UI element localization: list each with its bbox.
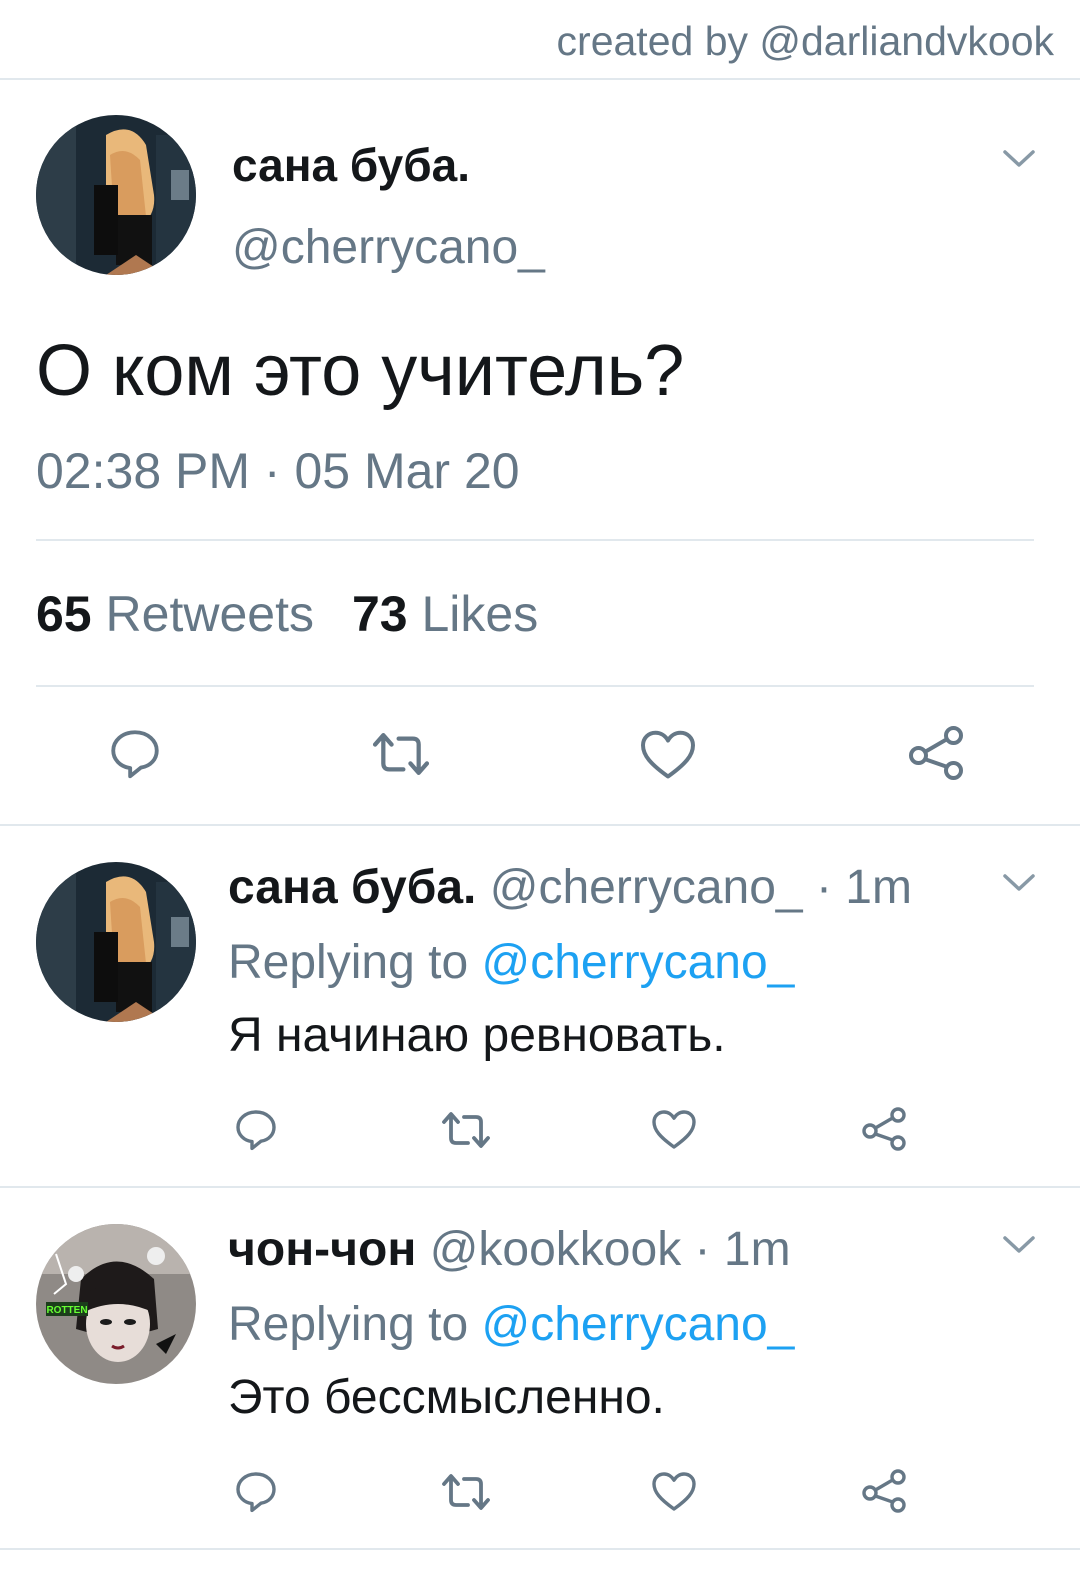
author-name[interactable]: сана буба. bbox=[228, 861, 476, 914]
avatar[interactable]: ROTTEN bbox=[36, 1224, 196, 1384]
retweets-label[interactable]: Retweets bbox=[106, 586, 314, 642]
reply-time: · 1m bbox=[694, 1223, 791, 1276]
chevron-down-icon[interactable] bbox=[1002, 148, 1036, 170]
tweet-stats: 65 Retweets 73 Likes bbox=[36, 585, 538, 643]
retweet-icon[interactable] bbox=[438, 1108, 494, 1152]
mention-link[interactable]: @cherrycano_ bbox=[481, 1298, 794, 1351]
chevron-down-icon[interactable] bbox=[1002, 1234, 1036, 1256]
reply-icon[interactable] bbox=[106, 725, 164, 783]
avatar[interactable] bbox=[36, 862, 196, 1022]
likes-label[interactable]: Likes bbox=[422, 586, 539, 642]
replying-to: Replying to @cherrycano_ bbox=[228, 1297, 794, 1352]
divider bbox=[0, 1186, 1080, 1188]
divider bbox=[36, 539, 1034, 541]
author-handle[interactable]: @kookkook bbox=[430, 1223, 682, 1276]
avatar[interactable] bbox=[36, 115, 196, 275]
sticker-text: ROTTEN bbox=[46, 1305, 87, 1316]
likes-count[interactable]: 73 bbox=[352, 586, 408, 642]
divider bbox=[0, 824, 1080, 826]
tweet-text: О ком это учитель? bbox=[36, 331, 685, 411]
replying-to: Replying to @cherrycano_ bbox=[228, 935, 794, 990]
reply-time: · 1m bbox=[815, 861, 912, 914]
like-icon[interactable] bbox=[638, 726, 698, 782]
retweet-icon[interactable] bbox=[368, 727, 434, 781]
tweet-timestamp[interactable]: 02:38 PM · 05 Mar 20 bbox=[36, 442, 520, 500]
retweet-icon[interactable] bbox=[438, 1470, 494, 1514]
author-handle[interactable]: @cherrycano_ bbox=[490, 861, 803, 914]
share-icon[interactable] bbox=[860, 1104, 908, 1154]
like-icon[interactable] bbox=[650, 1106, 698, 1152]
author-name[interactable]: чон-чон bbox=[228, 1223, 416, 1276]
reply-icon[interactable] bbox=[232, 1468, 280, 1516]
author-handle[interactable]: @cherrycano_ bbox=[232, 220, 545, 275]
like-icon[interactable] bbox=[650, 1468, 698, 1514]
chevron-down-icon[interactable] bbox=[1002, 872, 1036, 894]
reply-header: чон-чон @kookkook · 1m bbox=[228, 1222, 791, 1277]
divider bbox=[36, 685, 1034, 687]
reply-header: сана буба. @cherrycano_ · 1m bbox=[228, 860, 912, 915]
author-name[interactable]: сана буба. bbox=[232, 138, 470, 192]
credit-text: created by @darliandvkook bbox=[556, 18, 1054, 64]
share-icon[interactable] bbox=[906, 722, 966, 784]
reply-icon[interactable] bbox=[232, 1106, 280, 1154]
mention-link[interactable]: @cherrycano_ bbox=[481, 936, 794, 989]
reply-text: Я начинаю ревновать. bbox=[228, 1009, 726, 1062]
header-divider bbox=[0, 78, 1080, 80]
share-icon[interactable] bbox=[860, 1466, 908, 1516]
replying-to-label: Replying to bbox=[228, 936, 469, 989]
replying-to-label: Replying to bbox=[228, 1298, 469, 1351]
divider bbox=[0, 1548, 1080, 1550]
retweets-count[interactable]: 65 bbox=[36, 586, 92, 642]
reply-text: Это бессмысленно. bbox=[228, 1371, 665, 1424]
